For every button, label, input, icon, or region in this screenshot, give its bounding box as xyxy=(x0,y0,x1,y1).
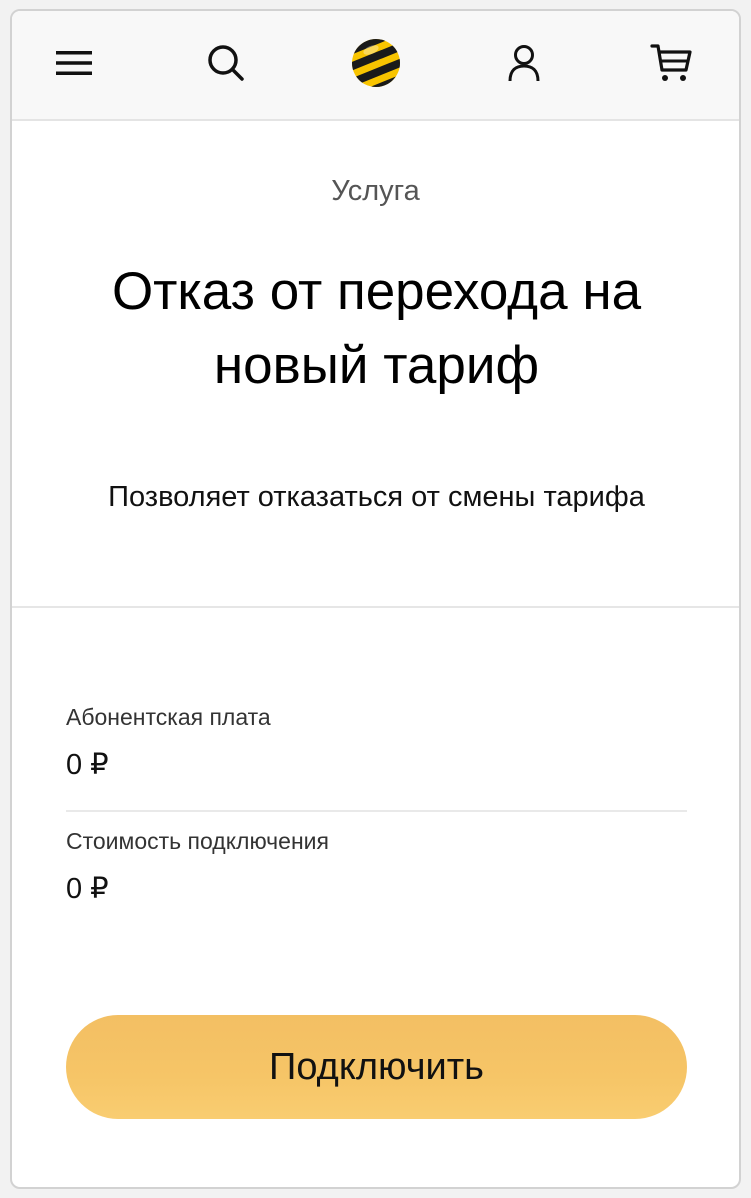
top-navigation-bar xyxy=(12,11,739,121)
search-icon xyxy=(208,45,244,81)
hamburger-menu-icon xyxy=(56,51,92,75)
cart-button[interactable] xyxy=(644,35,700,91)
beeline-logo[interactable] xyxy=(348,35,404,91)
beeline-logo-icon xyxy=(352,39,400,87)
subscription-fee-label: Абонентская плата xyxy=(66,704,271,730)
price-divider xyxy=(66,810,687,812)
search-button[interactable] xyxy=(198,35,254,91)
cart-icon xyxy=(650,44,692,81)
service-type-label: Услуга xyxy=(331,175,420,207)
connection-cost-value: 0 ₽ xyxy=(66,873,109,905)
app-frame: Услуга Отказ от перехода на новый тариф … xyxy=(10,9,741,1189)
user-icon xyxy=(508,45,540,82)
connect-button[interactable]: Подключить xyxy=(66,1015,687,1119)
service-description: Позволяет отказаться от смены тарифа xyxy=(108,481,645,513)
connection-cost: Стоимость подключения 0 ₽ xyxy=(66,828,687,906)
subscription-fee: Абонентская плата 0 ₽ xyxy=(66,704,687,782)
subscription-fee-value: 0 ₽ xyxy=(66,749,109,781)
page-title: Отказ от перехода на новый тариф xyxy=(111,262,642,395)
connection-cost-label: Стоимость подключения xyxy=(66,828,329,854)
section-divider xyxy=(12,606,739,608)
profile-button[interactable] xyxy=(496,35,552,91)
menu-button[interactable] xyxy=(46,35,102,91)
